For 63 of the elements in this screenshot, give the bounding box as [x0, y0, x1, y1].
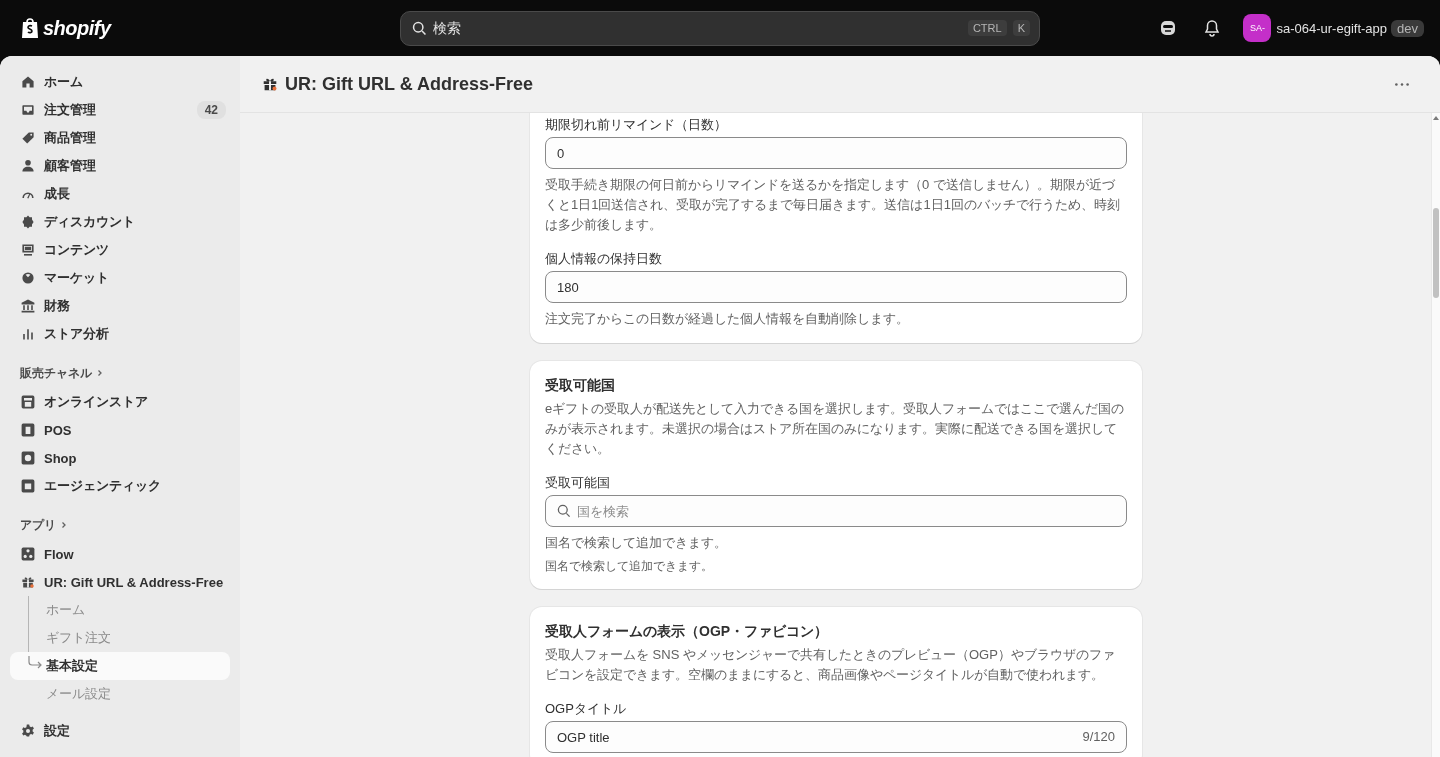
search-icon	[556, 503, 572, 519]
monitor-icon	[20, 242, 36, 258]
sidebar-item[interactable]: オンラインストア	[10, 388, 230, 416]
tag-icon	[20, 130, 36, 146]
tree-arrow-icon	[28, 656, 42, 670]
sidebar-item[interactable]: 成長	[10, 180, 230, 208]
search-field[interactable]: 国を検索	[545, 495, 1127, 527]
text-field[interactable]: 180	[545, 271, 1127, 303]
scrollbar-thumb[interactable]	[1433, 208, 1439, 298]
field-label: 個人情報の保持日数	[545, 250, 663, 268]
field-label: 期限切れ前リマインド（日数）	[545, 116, 728, 134]
section-heading[interactable]: 販売チャネル	[10, 362, 230, 384]
sidebar-item[interactable]: 財務	[10, 292, 230, 320]
sidebar-item[interactable]: UR: Gift URL & Address-Free	[10, 568, 230, 596]
gift-icon	[20, 574, 36, 590]
scroll-up-arrow-icon[interactable]	[1432, 115, 1440, 121]
sidebar-item[interactable]: ストア分析	[10, 320, 230, 348]
bar-chart-icon	[20, 326, 36, 342]
section-heading[interactable]: アプリ	[10, 514, 230, 536]
sidebar-item[interactable]: Flow	[10, 540, 230, 568]
count-badge: 42	[196, 101, 226, 119]
logo-wordmark[interactable]: shopify	[43, 16, 111, 40]
inbox-icon	[20, 102, 36, 118]
house-icon	[20, 74, 36, 90]
field-label: 受取可能国	[545, 474, 611, 492]
help-text: 注文完了からこの日数が経過した個人情報を自動削除します。	[545, 310, 910, 328]
store-name[interactable]: sa-064-ur-egift-app	[1276, 20, 1388, 36]
help-text: 国名で検索して追加できます。	[545, 534, 728, 552]
card-description: 受取人フォームを SNS やメッセンジャーで共有したときのプレビュー（OGP）やブラウザのファビコンを設定できます。空欄のままにすると、商品画像やページタイトルが自動で使われます。	[545, 646, 1116, 684]
field-label: OGPタイトル	[545, 700, 627, 718]
bank-icon	[20, 298, 36, 314]
sidebar-item[interactable]: Shop	[10, 444, 230, 472]
card-title: 受取人フォームの表示（OGP・ファビコン）	[545, 623, 830, 641]
sidebar-item[interactable]: マーケット	[10, 264, 230, 292]
sidebar-item[interactable]: ホーム	[10, 68, 230, 96]
help-text: 受取手続き期限の何日前からリマインドを送るかを指定します（0 で送信しません）。期限が近づくと1日1回送信され、受取が完了するまで毎日届きます。送信は1日1回のバッチで行うため、時刻は多少前後します。	[545, 176, 1121, 234]
sidebar-item[interactable]: 注文管理 42	[10, 96, 230, 124]
settings-icon	[20, 723, 36, 739]
settings-item[interactable]: 設定	[10, 717, 230, 745]
person-icon	[20, 158, 36, 174]
sidebar-item[interactable]: コンテンツ	[10, 236, 230, 264]
storefront-icon	[20, 394, 36, 410]
help-text: 国名で検索して追加できます。	[545, 558, 714, 575]
discount-icon	[20, 214, 36, 230]
store-avatar[interactable]: SA-	[1243, 14, 1272, 42]
page-title: UR: Gift URL & Address-Free	[285, 73, 534, 95]
text-field[interactable]: 0	[545, 137, 1127, 169]
shop-icon	[20, 450, 36, 466]
sidebar-item[interactable]: POS	[10, 416, 230, 444]
scrollbar[interactable]	[1431, 113, 1440, 757]
card-description: eギフトの受取人が配送先として入力できる国を選択します。受取人フォームではここで選んだ国のみが表示されます。未選択の場合はストア所在国のみになります。実際に配送できる国を選択してください。	[545, 400, 1126, 458]
shopping-bag-icon	[20, 17, 40, 39]
sidebar-item[interactable]: 顧客管理	[10, 152, 230, 180]
sidebar-item[interactable]: 商品管理	[10, 124, 230, 152]
store-badge: dev	[1391, 19, 1424, 37]
flow-icon	[20, 546, 36, 562]
search-icon	[411, 19, 428, 37]
ellipsis-icon	[1394, 81, 1410, 87]
card-title: 受取可能国	[545, 377, 616, 395]
sidebar-subitem[interactable]: 基本設定	[10, 652, 230, 680]
sidebar-item[interactable]: ディスカウント	[10, 208, 230, 236]
sidebar-item[interactable]: エージェンティック	[10, 472, 230, 500]
character-counter: 9/120	[1082, 729, 1115, 745]
